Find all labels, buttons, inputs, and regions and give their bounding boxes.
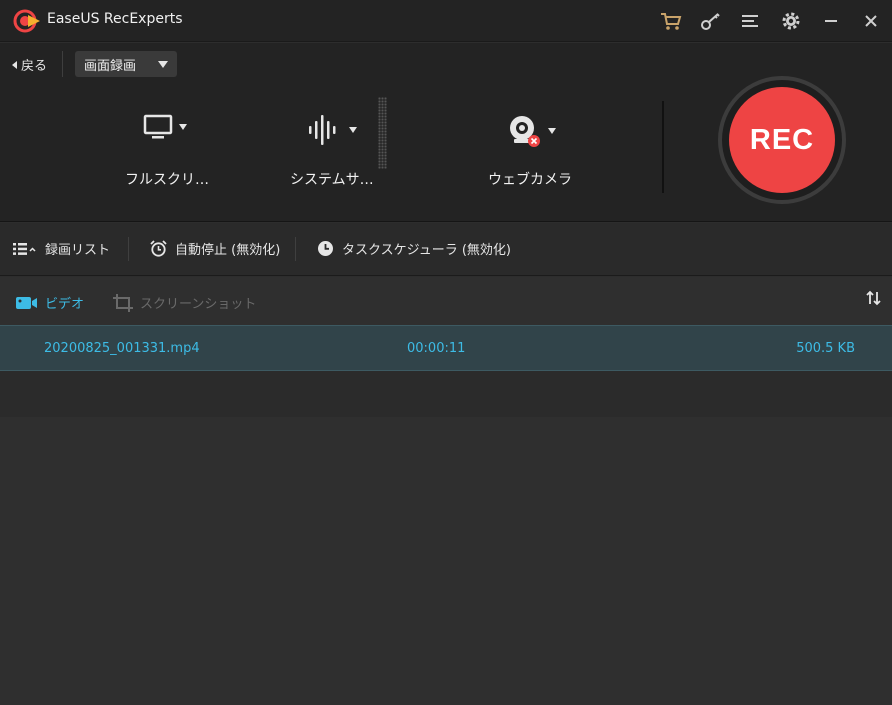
recording-list: ビデオ スクリーンショット 20200825_001331.mp4 00:00:… bbox=[0, 277, 892, 705]
back-arrow-icon bbox=[12, 60, 17, 69]
back-button[interactable]: 戻る bbox=[12, 55, 47, 74]
file-type-tabs: ビデオ スクリーンショット bbox=[0, 277, 892, 325]
tab-video-label: ビデオ bbox=[45, 297, 85, 312]
recording-list-toggle[interactable]: 録画リスト bbox=[13, 239, 110, 258]
tab-screenshot[interactable]: スクリーンショット bbox=[113, 293, 256, 312]
key-icon bbox=[700, 13, 720, 30]
tab-video[interactable]: ビデオ bbox=[16, 293, 84, 312]
crop-icon bbox=[113, 293, 133, 312]
close-button[interactable] bbox=[857, 9, 884, 33]
rec-button[interactable]: REC bbox=[729, 87, 835, 193]
chevron-down-icon bbox=[349, 127, 357, 133]
tab-screenshot-label: スクリーンショット bbox=[140, 297, 257, 312]
sound-wave-icon bbox=[309, 115, 336, 145]
license-key-button[interactable] bbox=[697, 9, 724, 33]
main-menu-button[interactable] bbox=[737, 9, 764, 33]
file-name: 20200825_001331.mp4 bbox=[44, 340, 200, 356]
webcam-source-selector[interactable] bbox=[506, 113, 556, 149]
empty-list-row bbox=[0, 371, 892, 417]
minimize-icon bbox=[824, 20, 837, 22]
divider bbox=[295, 237, 296, 261]
webcam-source[interactable]: ウェブカメラ bbox=[480, 83, 580, 222]
screen-source-selector[interactable] bbox=[143, 113, 187, 141]
cart-button[interactable] bbox=[657, 9, 684, 33]
options-bar: 録画リスト 自動停止 (無効化) タスクスケジューラ (無効化) bbox=[0, 223, 892, 276]
audio-source[interactable]: システムサ… bbox=[285, 83, 385, 222]
list-item[interactable]: 20200825_001331.mp4 00:00:11 500.5 KB bbox=[0, 325, 892, 371]
mode-bar: 戻る 画面録画 bbox=[0, 43, 892, 83]
minimize-button[interactable] bbox=[817, 9, 844, 33]
settings-icon bbox=[782, 12, 799, 30]
divider bbox=[128, 237, 129, 261]
chevron-down-icon bbox=[548, 128, 556, 134]
sort-button[interactable] bbox=[866, 290, 882, 306]
file-duration: 00:00:11 bbox=[407, 340, 466, 356]
title-bar: EaseUS RecExperts bbox=[0, 0, 892, 42]
menu-icon bbox=[741, 15, 758, 27]
recording-mode-value: 画面録画 bbox=[84, 58, 137, 74]
auto-stop-label: 自動停止 (無効化) bbox=[175, 243, 281, 258]
chevron-down-icon bbox=[179, 124, 187, 130]
audio-source-label: システムサ… bbox=[290, 172, 374, 188]
task-scheduler-button[interactable]: タスクスケジューラ (無効化) bbox=[317, 239, 511, 258]
recording-list-label: 録画リスト bbox=[45, 243, 111, 258]
screen-source[interactable]: フルスクリ… bbox=[110, 83, 210, 222]
sort-arrows-icon bbox=[866, 290, 881, 306]
clock-icon bbox=[318, 241, 333, 256]
cart-icon bbox=[660, 13, 681, 30]
divider bbox=[62, 51, 63, 77]
video-camera-icon bbox=[16, 297, 37, 309]
divider bbox=[662, 101, 664, 193]
audio-level-meter bbox=[378, 97, 387, 169]
settings-button[interactable] bbox=[777, 9, 804, 33]
app-logo-icon bbox=[13, 9, 40, 33]
screen-source-label: フルスクリ… bbox=[125, 172, 209, 188]
monitor-icon bbox=[143, 114, 173, 139]
back-label: 戻る bbox=[21, 59, 48, 74]
chevron-down-icon bbox=[158, 61, 168, 68]
app-title: EaseUS RecExperts bbox=[47, 11, 183, 27]
audio-source-selector[interactable] bbox=[307, 113, 357, 147]
list-icon bbox=[13, 242, 36, 255]
webcam-icon bbox=[510, 116, 540, 147]
close-icon bbox=[864, 15, 877, 27]
webcam-source-label: ウェブカメラ bbox=[488, 172, 572, 188]
auto-stop-button[interactable]: 自動停止 (無効化) bbox=[150, 239, 280, 258]
task-scheduler-label: タスクスケジューラ (無効化) bbox=[342, 243, 511, 258]
recording-mode-dropdown[interactable]: 画面録画 bbox=[75, 51, 177, 77]
alarm-clock-icon bbox=[150, 240, 167, 257]
file-size: 500.5 KB bbox=[796, 340, 855, 356]
